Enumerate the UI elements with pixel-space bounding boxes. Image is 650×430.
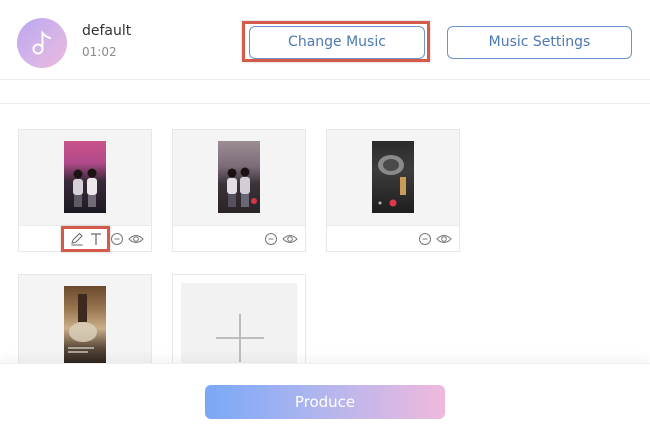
section-divider [0, 103, 650, 104]
track-name: default [82, 23, 132, 39]
music-note-icon [32, 30, 51, 55]
music-avatar [17, 18, 67, 68]
clip-card[interactable] [18, 274, 152, 364]
clip-thumbnail-area[interactable] [173, 130, 305, 225]
track-duration: 01:02 [82, 45, 117, 59]
plus-icon [216, 314, 264, 362]
video-thumbnail[interactable] [64, 286, 106, 363]
clip-thumbnail-area[interactable] [19, 130, 151, 225]
add-clip-card[interactable] [172, 274, 306, 364]
add-clip-area[interactable] [181, 283, 297, 363]
footer-bar: Produce [0, 363, 650, 430]
remove-icon[interactable] [418, 232, 432, 246]
preview-icon[interactable] [128, 232, 144, 246]
clip-card[interactable] [18, 129, 152, 252]
text-icon[interactable] [89, 232, 103, 246]
video-editor-app: default 01:02 Change Music Music Setting… [0, 0, 650, 430]
clip-actions [173, 225, 305, 251]
produce-button[interactable]: Produce [205, 385, 445, 419]
video-thumbnail[interactable] [218, 141, 260, 213]
clip-actions [327, 225, 459, 251]
clip-actions [19, 225, 151, 251]
clip-card[interactable] [326, 129, 460, 252]
video-thumbnail[interactable] [64, 141, 106, 213]
remove-icon[interactable] [110, 232, 124, 246]
video-thumbnail[interactable] [372, 141, 414, 213]
music-bar: default 01:02 Change Music Music Setting… [0, 0, 650, 80]
change-music-button[interactable]: Change Music [249, 26, 425, 59]
edit-icon[interactable] [70, 232, 84, 246]
remove-icon[interactable] [264, 232, 278, 246]
clip-thumbnail-area[interactable] [19, 275, 151, 363]
preview-icon[interactable] [436, 232, 452, 246]
clip-thumbnail-area[interactable] [327, 130, 459, 225]
music-settings-button[interactable]: Music Settings [447, 26, 632, 59]
preview-icon[interactable] [282, 232, 298, 246]
clip-card[interactable] [172, 129, 306, 252]
